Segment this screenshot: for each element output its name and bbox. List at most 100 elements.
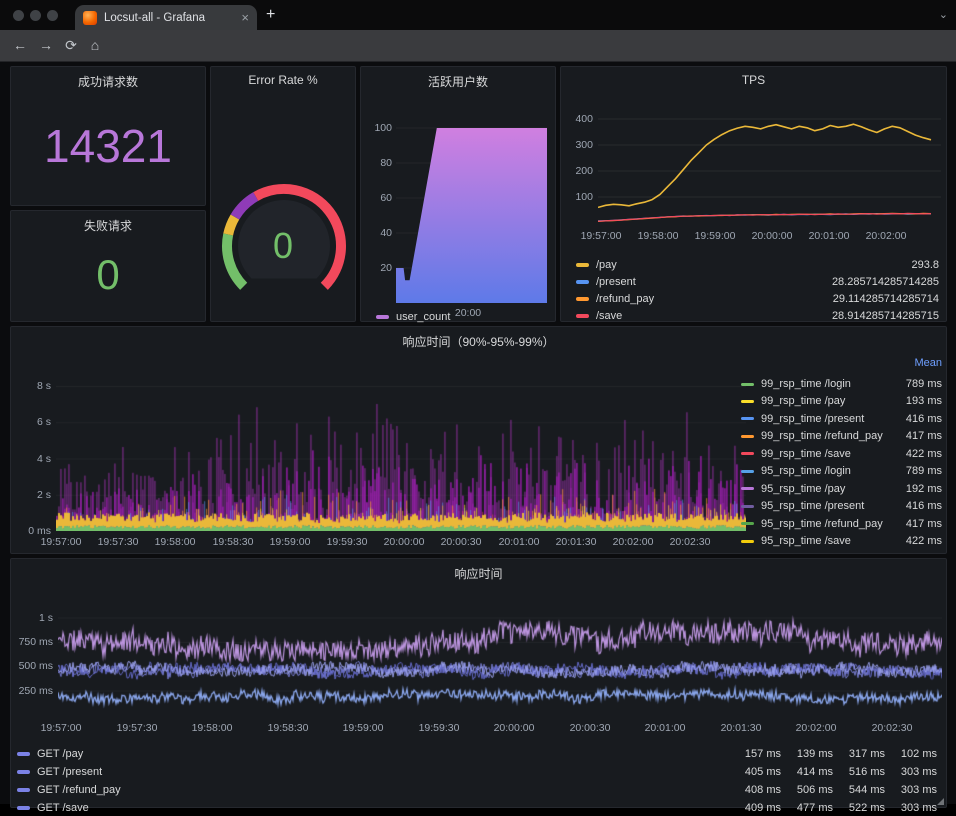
y-axis: 8 s6 s4 s2 s0 ms [11,327,51,555]
legend-item[interactable]: /present28.285714285714285 [576,274,939,290]
legend-item[interactable]: 95_rsp_time /present416 ms [741,498,942,514]
legend-swatch [17,806,30,810]
x-axis-tick: 20:02:00 [601,536,665,548]
grafana-favicon-icon [83,11,97,25]
panel-failed-requests: 失败请求 0 [10,210,206,322]
panel-response-time-percentiles: 响应时间（90%-95%-99%） 8 s6 s4 s2 s0 ms 19:57… [10,326,947,554]
panel-success-requests: 成功请求数 14321 [10,66,206,206]
legend-item[interactable]: 95_rsp_time /refund_pay 417 ms [741,516,942,532]
legend-item[interactable]: 99_rsp_time /login 789 ms [741,376,942,392]
legend-swatch [17,788,30,792]
back-button[interactable]: ← [11,37,29,53]
legend-item[interactable]: 95_rsp_time /pay 192 ms [741,481,942,497]
reload-button[interactable]: ⟳ [62,37,80,54]
legend-mean-value: 789 ms [906,378,942,390]
x-axis-tick: 19:57:30 [105,722,169,734]
legend-item[interactable]: GET /save409 ms477 ms522 ms303 ms [17,800,937,816]
legend-label: /present [596,276,636,288]
legend-item[interactable]: /refund_pay29.114285714285714 [576,291,939,307]
legend-stat-value: 544 ms [833,784,885,796]
browser-tab-strip: Locsut-all - Grafana × + ⌄ [0,0,956,30]
legend-item[interactable]: GET /pay157 ms139 ms317 ms102 ms [17,746,937,762]
window-minimize-button[interactable] [30,10,41,21]
panel-title[interactable]: 成功请求数 [11,73,205,90]
y-axis-tick: 60 [380,192,392,204]
legend-swatch [741,383,754,386]
legend-item[interactable]: 99_rsp_time /present 416 ms [741,411,942,427]
legend-stat-value: 303 ms [885,784,937,796]
legend-value: 28.914285714285715 [832,310,939,322]
x-axis-tick: 19:58:00 [180,722,244,734]
error-rate-value: 0 [211,225,355,267]
legend-item[interactable]: 95_rsp_time /login789 ms [741,463,942,479]
legend-label: 99_rsp_time /refund_pay [761,430,883,442]
browser-tab[interactable]: Locsut-all - Grafana × [75,5,257,30]
legend-label: 95_rsp_time /login [761,465,851,477]
y-axis-tick: 100 [575,191,593,203]
window-close-button[interactable] [13,10,24,21]
legend-item[interactable]: 95_rsp_time /save422 ms [741,533,942,549]
x-axis-tick: 19:59:30 [315,536,379,548]
legend-mean-value: 192 ms [906,483,942,495]
legend-header-mean[interactable]: Mean [741,357,942,369]
legend-item[interactable]: 99_rsp_time /save422 ms [741,446,942,462]
x-axis-tick: 19:59:00 [331,722,395,734]
legend-item[interactable]: 99_rsp_time /refund_pay417 ms [741,428,942,444]
browser-toolbar: ← → ⟳ ⌂ i localhost:3000/d/KN_odgjVk/loc… [0,30,956,62]
x-axis-tick: 20:01:00 [797,230,861,242]
chevron-down-icon[interactable]: ⌄ [939,8,948,21]
y-axis-tick: 250 ms [19,685,53,697]
panel-title[interactable]: TPS [561,73,946,87]
legend-label: 99_rsp_time /present [761,413,864,425]
legend-mean-value: 416 ms [906,413,942,425]
active-users-area-chart [396,121,547,303]
legend-mean-value: 417 ms [906,518,942,530]
legend-label: 95_rsp_time /refund_pay [761,518,883,530]
legend-label: /refund_pay [596,293,654,305]
y-axis-tick: 20 [380,262,392,274]
legend-stat-value: 139 ms [781,748,833,760]
tps-line-chart [598,109,941,223]
x-axis-tick: 20:01:30 [544,536,608,548]
legend-swatch [576,314,589,318]
tab-close-icon[interactable]: × [241,10,249,25]
legend-item[interactable]: /pay293.8 [576,257,939,273]
y-axis-tick: 400 [575,113,593,125]
x-axis-tick: 19:58:00 [626,230,690,242]
home-button[interactable]: ⌂ [86,37,104,53]
legend-label: GET /pay [37,748,729,760]
legend-swatch [17,770,30,774]
legend-label: GET /present [37,766,729,778]
legend-label: 99_rsp_time /login [761,378,851,390]
y-axis-tick: 300 [575,139,593,151]
legend-item-user-count[interactable]: user_count [376,309,450,325]
legend-item[interactable]: GET /refund_pay408 ms506 ms544 ms303 ms [17,782,937,798]
legend-item[interactable]: 99_rsp_time /pay193 ms [741,393,942,409]
forward-button[interactable]: → [37,37,55,53]
legend-swatch [741,435,754,438]
y-axis-tick: 750 ms [19,636,53,648]
panel-error-rate: Error Rate % 0 [210,66,356,322]
panel-title[interactable]: 失败请求 [11,217,205,234]
legend-swatch [576,297,589,301]
y-axis-tick: 40 [380,227,392,239]
legend-label: user_count [396,311,450,323]
legend-item[interactable]: GET /present405 ms414 ms516 ms303 ms [17,764,937,780]
legend-label: 95_rsp_time /pay [761,483,845,495]
legend-stat-value: 317 ms [833,748,885,760]
x-axis-tick: 20:00:00 [372,536,436,548]
panel-tps: TPS 400300200100 19:57:0019:58:0019:59:0… [560,66,947,322]
x-axis-tick: 20:00:30 [429,536,493,548]
x-axis-tick: 20:02:00 [784,722,848,734]
new-tab-button[interactable]: + [266,7,275,23]
y-axis: 10080604020 [361,67,392,323]
legend-swatch [741,522,754,525]
panel-title[interactable]: 响应时间（90%-95%-99%） [11,333,946,350]
x-axis-tick: 19:58:30 [256,722,320,734]
legend-swatch [741,417,754,420]
legend-label: 99_rsp_time /pay [761,395,845,407]
window-zoom-button[interactable] [47,10,58,21]
y-axis-tick: 8 s [37,380,51,392]
fail-count-value: 0 [11,251,205,299]
legend-item[interactable]: /save28.914285714285715 [576,308,939,324]
